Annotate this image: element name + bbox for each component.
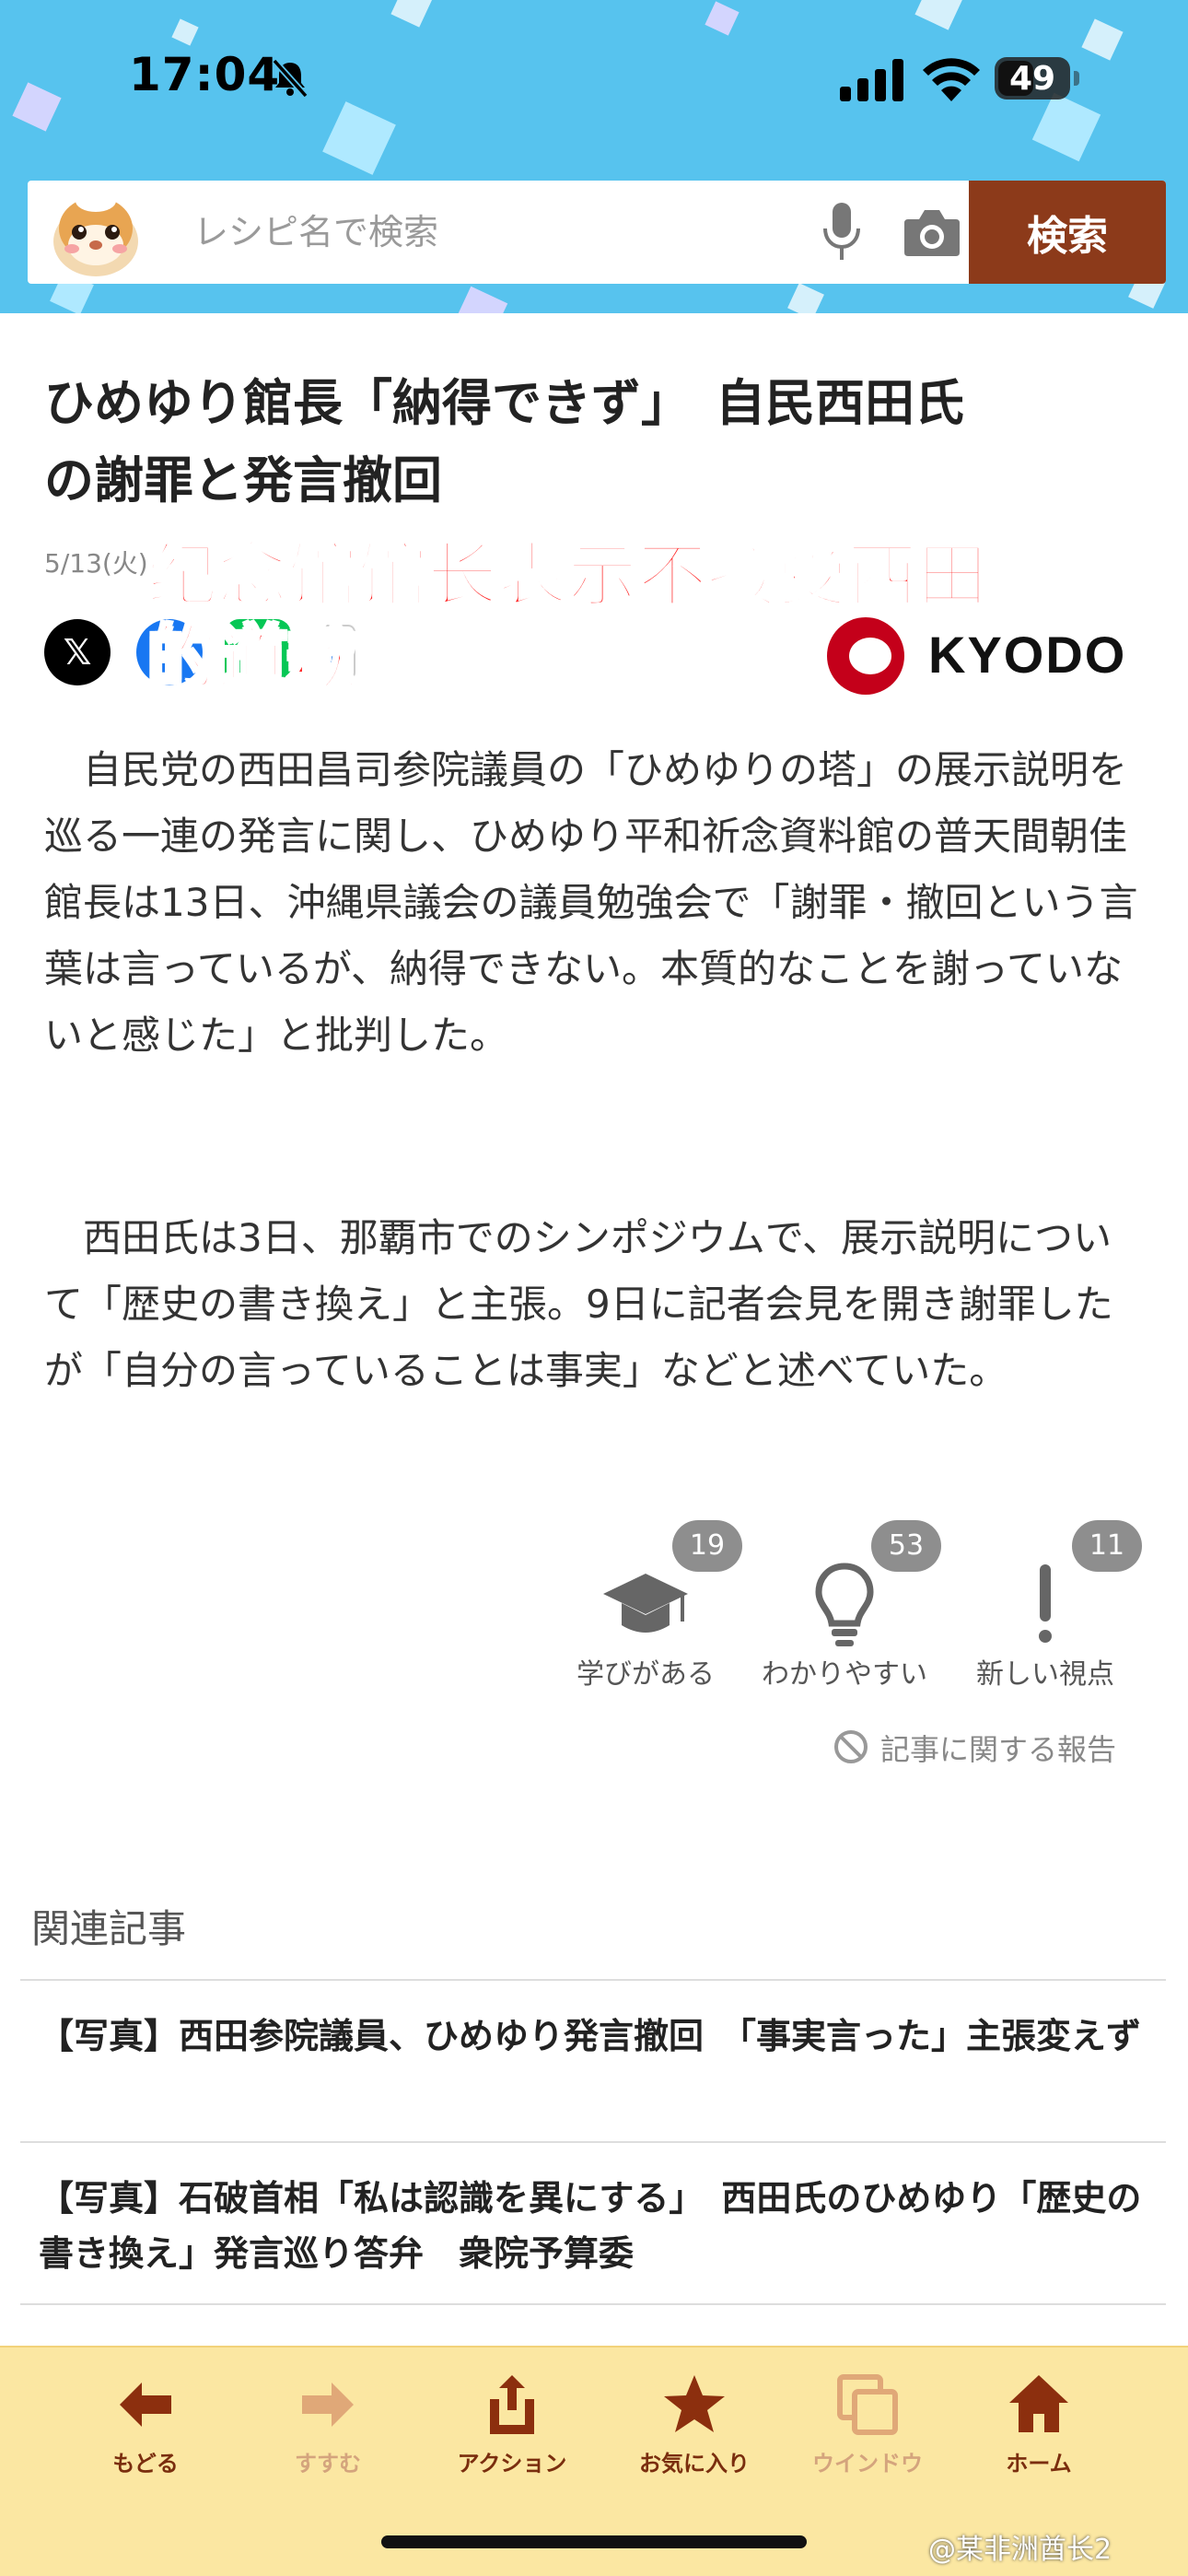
window-button[interactable]: ウインドウ [775, 2371, 960, 2482]
favorites-label: お気に入り [639, 2451, 750, 2476]
related-item[interactable]: 【写真】石破首相「私は認識を異にする」 西田氏のひめゆり「歴史の書き換え」発言巡… [20, 2141, 1166, 2303]
search-bar: 検索 [28, 181, 1166, 284]
search-input[interactable] [193, 201, 783, 263]
status-bar: 17:04 49 [0, 0, 1188, 157]
home-label: ホーム [1006, 2451, 1072, 2476]
graduation-cap-icon [603, 1574, 688, 1633]
window-label: ウインドウ [812, 2451, 923, 2476]
reaction-learning[interactable]: 19 学びがある [549, 1520, 742, 1704]
exclamation-icon [1039, 1564, 1052, 1643]
microphone-icon[interactable] [818, 201, 866, 263]
related-item[interactable]: 【写真】西田参院議員、ひめゆり発言撤回 「事実言った」主張変えず [20, 1979, 1166, 2141]
battery-percent: 49 [1008, 60, 1056, 98]
header: 17:04 49 レシピ名で検索 検索 [0, 0, 1188, 313]
home-icon [1009, 2375, 1068, 2432]
action-button[interactable]: アクション [420, 2371, 604, 2482]
article-title: ひめゆり館長「納得できず」 自民西田氏 の謝罪と発言撤回 [44, 374, 964, 509]
confetti [787, 283, 824, 313]
overlay-caption: 纪念馆馆长表示不接受西田 的道歉 [146, 533, 989, 701]
battery-nub [1074, 71, 1079, 86]
battery-indicator: 49 [995, 57, 1079, 100]
reaction-label: 学びがある [577, 1658, 715, 1691]
wifi-icon [923, 58, 980, 101]
forward-label: すすむ [295, 2451, 361, 2476]
camera-icon[interactable] [903, 205, 961, 260]
article-paragraph: 自民党の西田昌司参院議員の「ひめゆりの塔」の展示説明を巡る一連の発言に関し、ひめ… [44, 747, 1138, 1058]
article-date: 5/13(火) [44, 548, 148, 579]
reaction-clear[interactable]: 53 わかりやすい [748, 1520, 941, 1704]
reaction-count: 19 [672, 1520, 742, 1572]
reaction-new-perspective[interactable]: 11 新しい視点 [949, 1520, 1142, 1704]
back-button[interactable]: もどる [53, 2371, 238, 2482]
star-icon [664, 2375, 725, 2432]
report-label: 記事に関する報告 [880, 1732, 1117, 1767]
forward-button[interactable]: すすむ [236, 2371, 420, 2482]
watermark: @某非洲酋长2 [928, 2534, 1112, 2566]
related-list: 【写真】西田参院議員、ひめゆり発言撤回 「事実言った」主張変えず 【写真】石破首… [20, 1979, 1166, 2359]
bell-muted-icon [272, 58, 309, 99]
favorites-button[interactable]: お気に入り [602, 2371, 786, 2482]
back-label: もどる [112, 2451, 179, 2476]
arrow-left-icon [120, 2383, 171, 2427]
report-article-link[interactable]: 記事に関する報告 [829, 1723, 1151, 1769]
reaction-count: 53 [871, 1520, 941, 1572]
confetti [453, 286, 508, 313]
search-button[interactable]: 検索 [969, 181, 1166, 284]
arrow-right-icon [302, 2383, 354, 2427]
action-label: アクション [457, 2451, 567, 2476]
share-icon [490, 2375, 534, 2434]
related-heading: 関連記事 [31, 1906, 187, 1951]
home-button[interactable]: ホーム [947, 2371, 1131, 2482]
reaction-count: 11 [1072, 1520, 1142, 1572]
home-indicator[interactable] [381, 2535, 807, 2548]
cellular-signal-icon [840, 59, 903, 101]
status-time: 17:04 [129, 48, 281, 101]
article-paragraph: 西田氏は3日、那覇市でのシンポジウムで、展示説明について「歴史の書き換え」と主張… [44, 1215, 1113, 1393]
reaction-label: わかりやすい [762, 1658, 927, 1691]
reaction-label: 新しい視点 [976, 1658, 1114, 1691]
windows-icon [837, 2374, 898, 2435]
share-x-button[interactable]: 𝕏 [44, 619, 111, 685]
lightbulb-icon [815, 1563, 874, 1646]
ban-icon [834, 1730, 868, 1763]
mascot-logo-icon[interactable] [48, 184, 144, 280]
